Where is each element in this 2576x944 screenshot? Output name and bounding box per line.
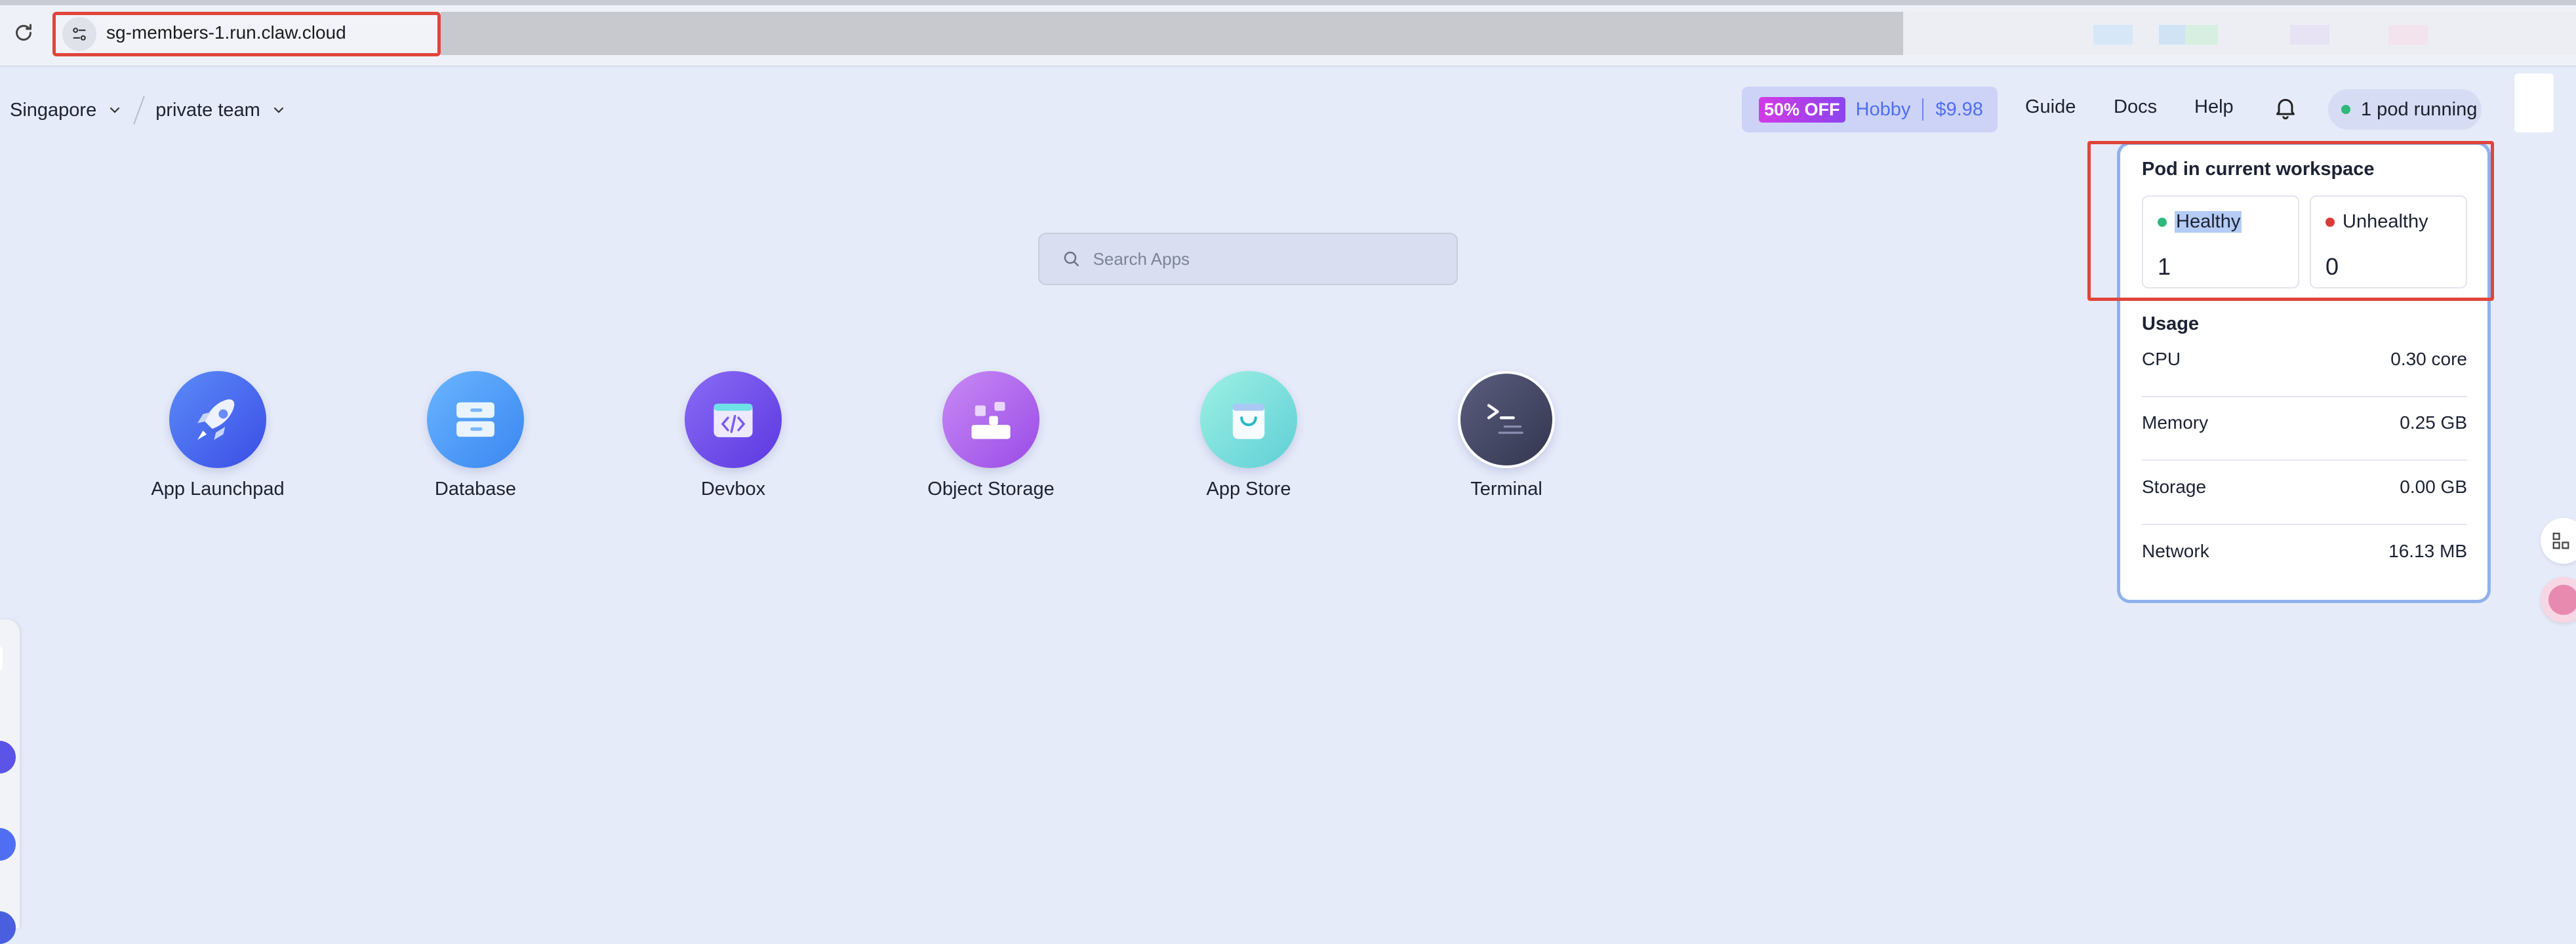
assistant-button[interactable] xyxy=(2541,577,2576,623)
region-selector[interactable]: Singapore xyxy=(10,100,123,121)
redacted-area xyxy=(441,12,1903,55)
healthy-label-text: Healthy xyxy=(2175,211,2242,233)
team-label: private team xyxy=(155,99,260,121)
usage-title: Usage xyxy=(2142,313,2200,334)
chevron-down-icon xyxy=(273,107,283,113)
help-link[interactable]: Help xyxy=(2194,96,2234,118)
unhealthy-count: 0 xyxy=(2325,253,2339,280)
usage-value: 0.00 GB xyxy=(2400,477,2467,497)
plan-name: Hobby xyxy=(1855,98,1911,120)
site-settings-icon[interactable] xyxy=(62,17,96,51)
usage-row-cpu: CPU 0.30 core xyxy=(2142,334,2467,397)
app-launchpad-tile[interactable]: App Launchpad xyxy=(119,371,316,500)
usage-name: CPU xyxy=(2142,349,2181,369)
promo-divider xyxy=(1922,98,1924,121)
workspace-breadcrumb: Singapore private team xyxy=(10,95,287,125)
guide-link[interactable]: Guide xyxy=(2025,96,2076,118)
bell-icon[interactable] xyxy=(2272,94,2299,121)
search-box[interactable] xyxy=(1038,233,1458,285)
pods-running-status[interactable]: 1 pod running xyxy=(2328,89,2482,130)
promo-banner[interactable]: 50% OFF Hobby $9.98 xyxy=(1742,87,1998,132)
app-label: Devbox xyxy=(700,479,766,500)
app-label: App Store xyxy=(1206,479,1291,500)
usage-value: 0.30 core xyxy=(2390,349,2467,369)
search-input[interactable] xyxy=(1091,248,1457,270)
usage-row-network: Network 16.13 MB xyxy=(2142,526,2467,589)
address-url[interactable]: sg-members-1.run.claw.cloud xyxy=(106,22,346,43)
terminal-tile[interactable]: Terminal xyxy=(1408,371,1605,500)
left-dock xyxy=(0,620,20,928)
chevron-down-icon xyxy=(110,107,120,113)
rocket-icon xyxy=(169,371,266,468)
usage-row-memory: Memory 0.25 GB xyxy=(2142,398,2467,461)
usage-name: Network xyxy=(2142,541,2209,561)
plan-price: $9.98 xyxy=(1935,98,1983,120)
redacted-area-right xyxy=(1903,12,2576,55)
app-label: Object Storage xyxy=(927,479,1055,500)
grid-icon xyxy=(2552,532,2569,549)
database-icon xyxy=(427,371,524,468)
unhealthy-label: Unhealthy xyxy=(2325,211,2428,233)
app-label: Database xyxy=(434,479,517,500)
app-label: Terminal xyxy=(1470,479,1542,500)
pod-panel-title: Pod in current workspace xyxy=(2142,159,2375,180)
usage-name: Memory xyxy=(2142,412,2209,433)
breadcrumb-separator xyxy=(133,96,146,125)
status-dot xyxy=(2341,105,2350,114)
usage-row-storage: Storage 0.00 GB xyxy=(2142,462,2467,525)
docs-link[interactable]: Docs xyxy=(2114,96,2157,118)
unhealthy-pods-card: Unhealthy 0 xyxy=(2310,195,2467,288)
database-tile[interactable]: Database xyxy=(377,371,574,500)
app-store-tile[interactable]: App Store xyxy=(1150,371,1347,500)
search-icon xyxy=(1064,251,1079,267)
pods-running-label: 1 pod running xyxy=(2361,98,2478,120)
healthy-pods-card: Healthy 1 xyxy=(2142,195,2299,288)
healthy-count: 1 xyxy=(2158,253,2171,280)
apps-grid-button[interactable] xyxy=(2541,518,2576,564)
healthy-dot xyxy=(2158,217,2167,227)
usage-name: Storage xyxy=(2142,477,2207,497)
left-dock-handle[interactable] xyxy=(0,646,3,672)
devbox-tile[interactable]: Devbox xyxy=(635,371,832,500)
object-storage-tile[interactable]: Object Storage xyxy=(893,371,1089,500)
code-box-icon xyxy=(685,371,782,468)
browser-tab-strip xyxy=(0,0,2576,5)
healthy-label: Healthy xyxy=(2158,211,2242,233)
usage-value: 0.25 GB xyxy=(2400,412,2467,433)
discount-badge: 50% OFF xyxy=(1759,96,1845,123)
storage-blocks-icon xyxy=(942,371,1039,468)
usage-value: 16.13 MB xyxy=(2388,541,2467,561)
assistant-avatar-icon xyxy=(2548,585,2576,615)
shopping-bag-icon xyxy=(1200,371,1297,468)
unhealthy-dot xyxy=(2325,217,2335,227)
side-panel-tab[interactable] xyxy=(2514,73,2554,132)
app-label: App Launchpad xyxy=(151,479,285,500)
reload-icon[interactable] xyxy=(12,21,35,45)
unhealthy-label-text: Unhealthy xyxy=(2343,211,2428,232)
team-selector[interactable]: private team xyxy=(155,100,287,121)
region-label: Singapore xyxy=(10,99,97,121)
terminal-icon xyxy=(1458,371,1555,468)
